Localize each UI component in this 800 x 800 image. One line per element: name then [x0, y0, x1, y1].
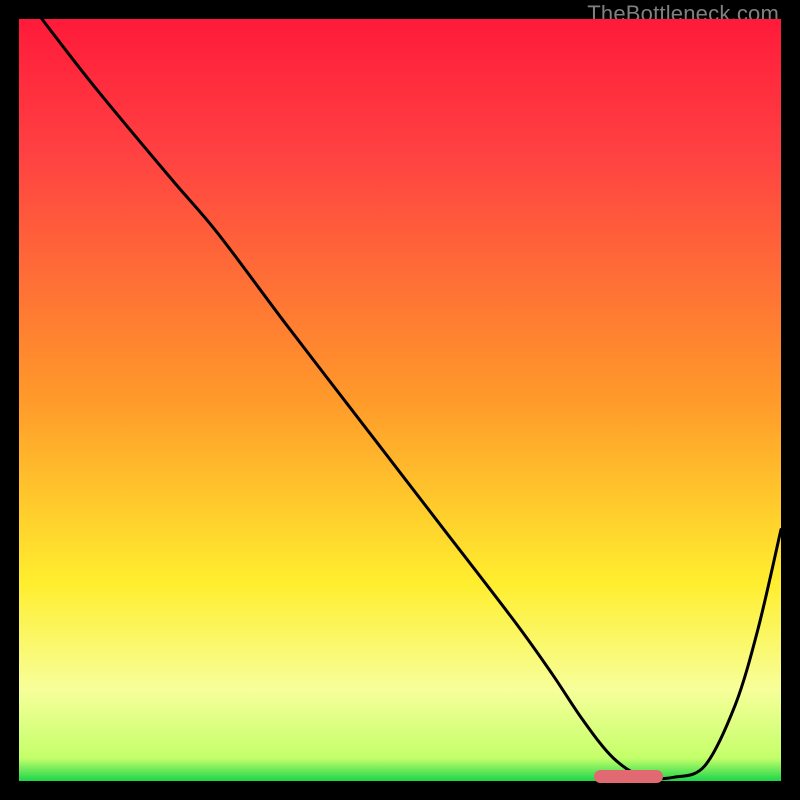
chart-frame — [19, 19, 781, 781]
bottleneck-chart — [19, 19, 781, 781]
optimal-marker — [594, 770, 663, 783]
